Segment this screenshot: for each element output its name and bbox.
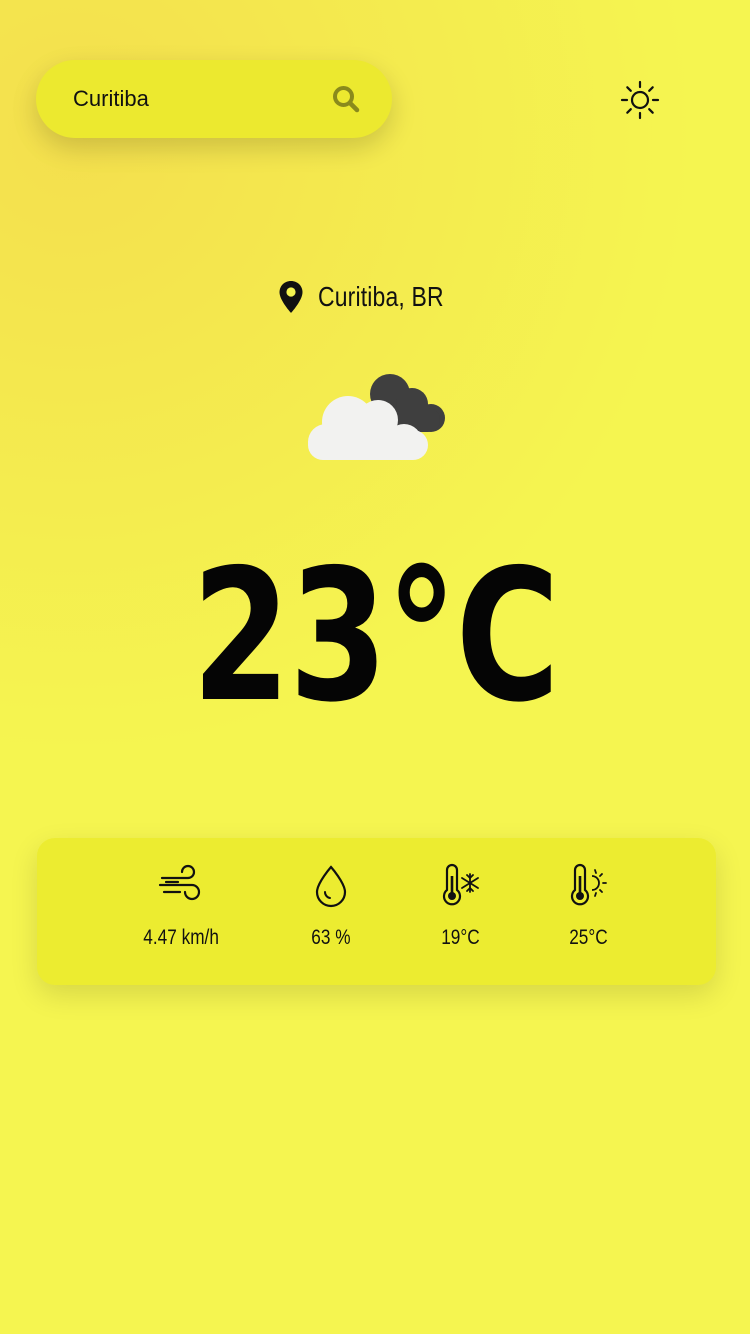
map-pin-icon	[279, 281, 303, 313]
weather-stats-card: 4.47 km/h 63 % 19°C 25°C	[37, 838, 716, 985]
location-label: Curitiba, BR	[318, 281, 445, 312]
humidity-value: 63 %	[311, 926, 351, 949]
sun-icon	[620, 80, 660, 120]
search-bar	[36, 60, 392, 138]
location: Curitiba, BR	[0, 280, 750, 314]
min-temp-value: 19°C	[440, 926, 480, 949]
stat-min-temp: 19°C	[390, 862, 530, 950]
max-temp-value: 25°C	[568, 926, 608, 949]
theme-toggle-button[interactable]	[620, 80, 660, 120]
stat-humidity: 63 %	[261, 862, 401, 950]
stat-wind: 4.47 km/h	[111, 862, 251, 950]
wind-icon	[158, 864, 201, 901]
wind-speed-value: 4.47 km/h	[143, 926, 219, 949]
search-button[interactable]	[328, 81, 364, 117]
humidity-drop-icon	[315, 865, 347, 908]
weather-condition	[302, 368, 450, 466]
stat-max-temp: 25°C	[518, 862, 658, 950]
thermometer-cold-icon	[442, 863, 479, 906]
cloudy-icon	[308, 374, 445, 460]
search-input[interactable]	[71, 78, 328, 120]
thermometer-hot-icon	[570, 863, 607, 906]
current-temperature: 23°C	[191, 530, 560, 742]
search-icon	[333, 86, 360, 113]
